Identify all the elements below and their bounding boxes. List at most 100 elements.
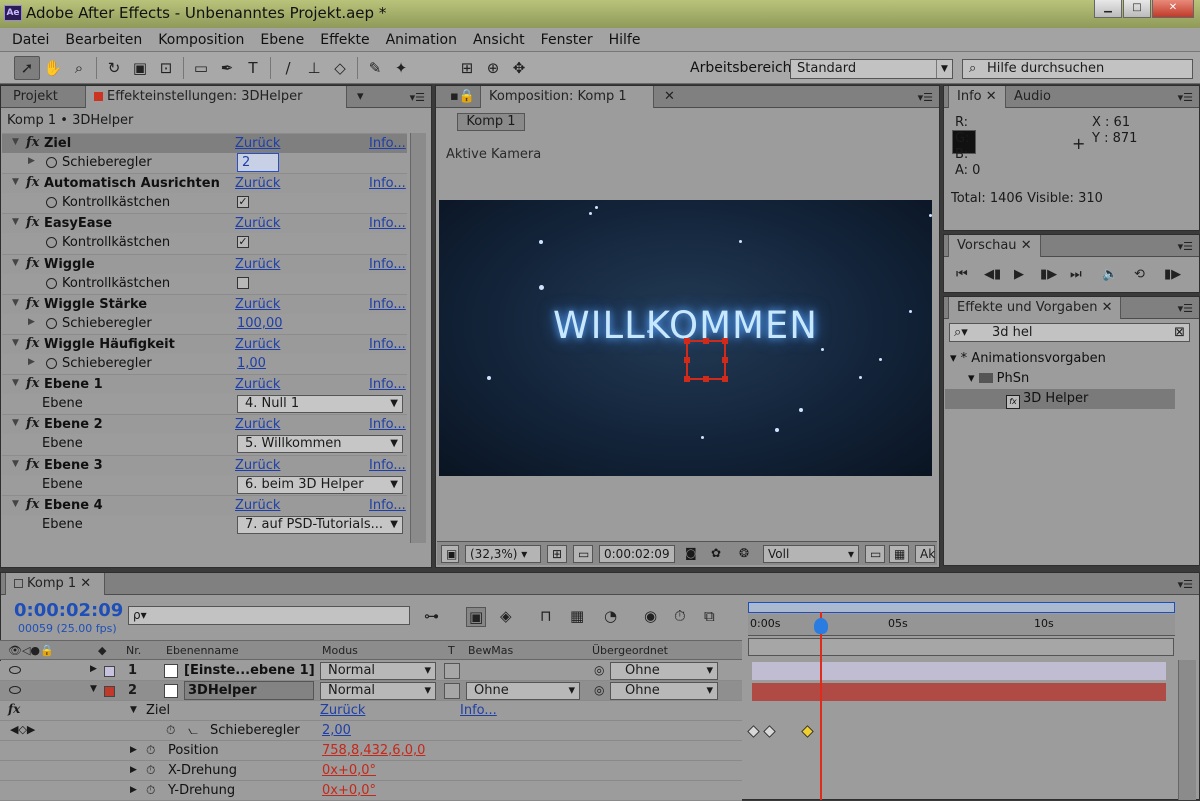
layer-row[interactable]: ▼ 2 3DHelper Normal ▾ Ohne ▾ ◎ Ohne ▾ [0, 681, 742, 701]
comp-mini-flowchart-icon[interactable]: ⊶ [424, 607, 439, 625]
collapse-icon[interactable]: ▼ [12, 499, 19, 509]
effect-param-row[interactable]: ▶ Schieberegler 1,00 [2, 354, 407, 374]
effect-header-row[interactable]: ▼ fx Wiggle Stärke Zurück Info... [2, 293, 407, 314]
menu-ansicht[interactable]: Ansicht [465, 32, 533, 48]
collapse-icon[interactable]: ▼ [12, 177, 19, 187]
fx-icon[interactable]: fx [26, 135, 39, 150]
effect-header-row[interactable]: ▼ fx Ebene 1 Zurück Info... [2, 374, 407, 395]
tab-effect-controls[interactable]: Effekteinstellungen: 3DHelper [85, 86, 347, 108]
reset-link[interactable]: Zurück [235, 458, 280, 473]
pan-behind-icon[interactable]: ⊡ [153, 56, 179, 80]
first-frame-icon[interactable]: ⏮ [956, 267, 968, 282]
axis-local-icon[interactable]: ⊞ [454, 56, 480, 80]
yrotation-value[interactable]: 0x+0,0° [322, 783, 376, 798]
close-icon[interactable]: ✕ [1152, 0, 1194, 18]
lock-icon[interactable]: ▪🔒 [442, 86, 483, 108]
checkbox[interactable]: ✓ [237, 196, 249, 209]
panel-menu-icon[interactable]: ▾☰ [410, 91, 425, 104]
camera-icon[interactable]: ▣ [127, 56, 153, 80]
playhead-handle[interactable] [814, 618, 828, 634]
time-ruler[interactable]: 0:00s 05s 10s [748, 614, 1175, 636]
menu-bearbeiten[interactable]: Bearbeiten [57, 32, 150, 48]
yrotation-property-row[interactable]: ▶ ⏱ Y-Drehung 0x+0,0° [0, 781, 742, 801]
effect-param-row[interactable]: Kontrollkästchen ✓ [2, 233, 407, 253]
info-link[interactable]: Info... [369, 458, 406, 473]
label-color[interactable] [104, 666, 115, 677]
stopwatch-icon[interactable]: ⏱ [166, 723, 175, 738]
collapse-icon[interactable]: ▼ [12, 298, 19, 308]
slider-value-input[interactable]: 2 [237, 153, 279, 172]
help-search-input[interactable]: ⌕ Hilfe durchsuchen [962, 59, 1193, 79]
panel-menu-icon[interactable]: ▾☰ [918, 91, 933, 104]
col-layer-name[interactable]: Ebenenname [166, 644, 239, 657]
layer-duration-bar[interactable] [752, 662, 1166, 680]
comp-flowchart-tab[interactable]: Komp 1 [457, 113, 525, 131]
info-link[interactable]: Info... [369, 417, 406, 432]
effect-param-row[interactable]: Ebene 7. auf PSD-Tutorials... ▼ [2, 515, 407, 535]
collapse-icon[interactable]: ▼ [12, 459, 19, 469]
collapse-icon[interactable]: ▼ [12, 418, 19, 428]
effect-header-row[interactable]: ▼ fx Ebene 4 Zurück Info... [2, 494, 407, 515]
menu-ebene[interactable]: Ebene [252, 32, 312, 48]
effect-param-row[interactable]: Kontrollkästchen ✓ [2, 193, 407, 213]
stopwatch-icon[interactable]: ⏱ [146, 743, 155, 758]
reset-link[interactable]: Zurück [235, 136, 280, 151]
eraser-icon[interactable]: ◇ [327, 56, 353, 80]
mask-view-icon[interactable]: ▭ [573, 545, 593, 563]
mode-select[interactable]: Normal ▾ [320, 662, 436, 680]
layer-search-input[interactable]: ρ▾ [128, 606, 410, 625]
reset-link[interactable]: Zurück [235, 257, 280, 272]
resolution-select[interactable]: Voll ▾ [763, 545, 859, 563]
brainstorm-icon[interactable]: ◔ [604, 607, 617, 625]
graph-editor-icon[interactable]: ◉ [644, 607, 657, 625]
collapse-icon[interactable]: ▼ [90, 684, 97, 694]
current-time-indicator[interactable] [820, 612, 822, 800]
stopwatch-icon[interactable]: ⏱ [674, 607, 686, 625]
tab-project[interactable]: Projekt [5, 86, 66, 108]
position-property-row[interactable]: ▶ ⏱ Position 758,8,432,6,0,0 [0, 741, 742, 761]
shy-icon[interactable]: ◈ [500, 607, 512, 625]
graph-icon[interactable]: ⦦ [188, 723, 198, 738]
preserve-transparency-toggle[interactable] [444, 663, 460, 679]
puppet-pin-icon[interactable]: ✦ [388, 56, 414, 80]
eye-icon[interactable] [9, 666, 21, 674]
handle[interactable] [722, 338, 728, 344]
axis-world-icon[interactable]: ⊕ [480, 56, 506, 80]
stopwatch-icon[interactable] [46, 157, 57, 168]
parent-select[interactable]: Ohne ▾ [610, 682, 718, 700]
tab-dropdown-icon[interactable]: ▾ [349, 86, 372, 108]
pen-icon[interactable]: ✒ [214, 56, 240, 80]
tree-item-phsn[interactable]: ▾ PhSn [968, 371, 1029, 386]
effect-param-row[interactable]: Kontrollkästchen [2, 274, 407, 294]
handle[interactable] [722, 376, 728, 382]
stopwatch-icon[interactable] [46, 277, 57, 289]
menu-fenster[interactable]: Fenster [533, 32, 601, 48]
effect-property-row[interactable]: fx ▼ Ziel Zurück Info... [0, 701, 742, 721]
checkbox[interactable]: ✓ [237, 236, 249, 249]
expand-icon[interactable]: ▶ [130, 785, 137, 795]
info-link[interactable]: Info... [369, 297, 406, 312]
reset-link[interactable]: Zurück [320, 703, 365, 718]
fx-icon[interactable]: fx [26, 336, 39, 351]
collapse-icon[interactable]: ▼ [130, 705, 137, 715]
menu-animation[interactable]: Animation [378, 32, 465, 48]
roi-icon[interactable]: ▭ [865, 545, 885, 563]
layer-row[interactable]: ▶ 1 [Einste...ebene 1] Normal ▾ ◎ Ohne ▾ [0, 661, 742, 681]
grid-icon[interactable]: ⊞ [547, 545, 567, 563]
menu-komposition[interactable]: Komposition [150, 32, 252, 48]
info-link[interactable]: Info... [460, 703, 497, 718]
expand-icon[interactable]: ▶ [130, 765, 137, 775]
fx-icon[interactable]: fx [26, 175, 39, 190]
expand-icon[interactable]: ▶ [130, 745, 137, 755]
mode-select[interactable]: Normal ▾ [320, 682, 436, 700]
xrotation-value[interactable]: 0x+0,0° [322, 763, 376, 778]
effect-header-row[interactable]: ▼ fx EasyEase Zurück Info... [2, 213, 407, 234]
minimize-icon[interactable]: ▁ [1094, 0, 1122, 18]
handle[interactable] [684, 338, 690, 344]
roto-brush-icon[interactable]: ✎ [362, 56, 388, 80]
layer-name[interactable]: [Einste...ebene 1] [184, 663, 315, 678]
motion-blur-icon[interactable]: ▦ [570, 607, 584, 625]
collapse-icon[interactable]: ▼ [12, 258, 19, 268]
reset-link[interactable]: Zurück [235, 498, 280, 513]
stopwatch-icon[interactable] [46, 358, 57, 369]
